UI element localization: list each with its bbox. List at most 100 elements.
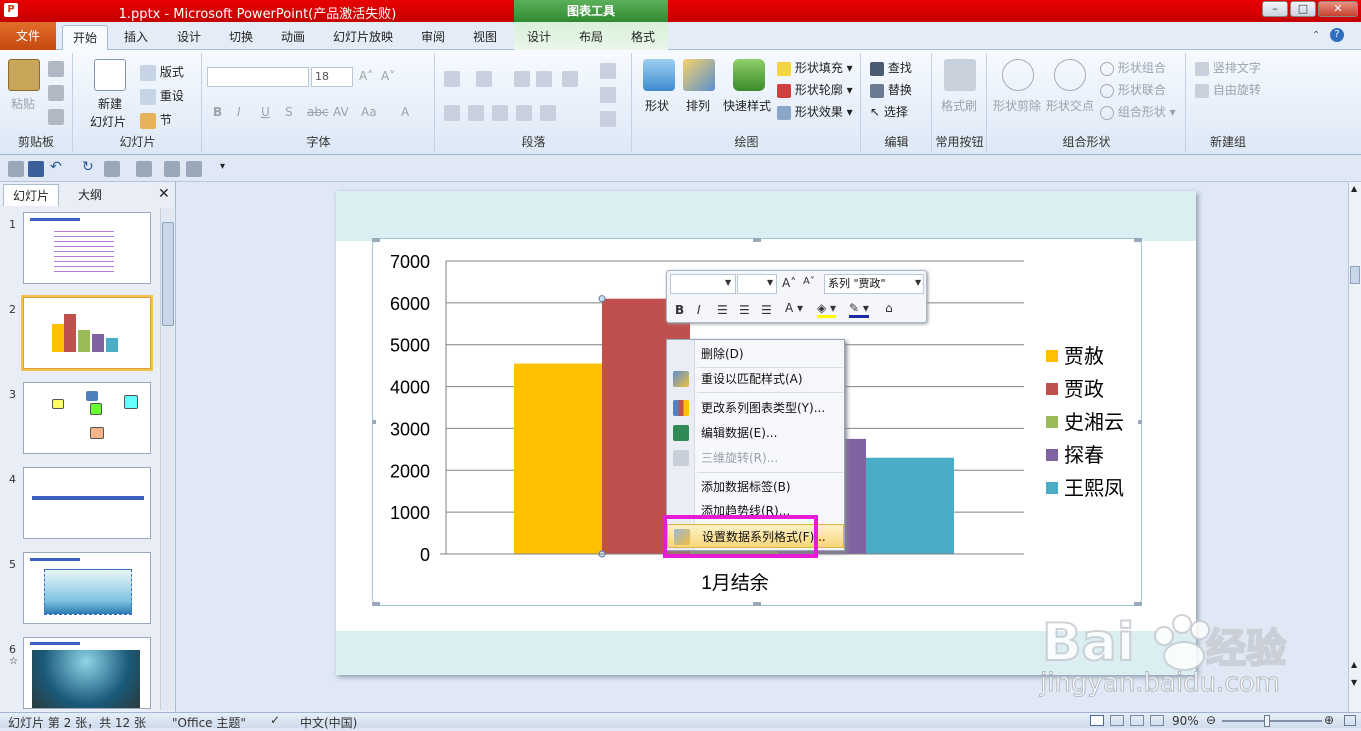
menu-item-edit-data[interactable]: 编辑数据(E)...	[667, 421, 844, 445]
align-left-icon[interactable]	[444, 105, 460, 121]
format-painter-large-icon[interactable]	[944, 59, 976, 91]
tab-home[interactable]: 开始	[62, 25, 108, 51]
replace-button[interactable]: 替换	[870, 81, 912, 98]
spell-check-icon[interactable]: ✓	[270, 713, 280, 727]
smartart-icon[interactable]	[600, 111, 616, 127]
tab-chart-layout[interactable]: 布局	[579, 28, 603, 45]
menu-item-delete[interactable]: 删除(D)	[667, 342, 844, 366]
arrange-button[interactable]: 排列	[686, 97, 710, 114]
tab-chart-design[interactable]: 设计	[527, 28, 551, 45]
crop-icon[interactable]	[164, 161, 180, 177]
tab-file[interactable]: 文件	[0, 22, 56, 50]
tab-design[interactable]: 设计	[177, 28, 201, 45]
menu-item-add-data-labels[interactable]: 添加数据标签(B)	[667, 475, 844, 499]
underline-icon[interactable]: U	[261, 105, 270, 119]
shape-outline-button[interactable]: 形状轮廓 ▾	[777, 81, 853, 98]
vertical-text-button[interactable]: 竖排文字	[1195, 59, 1261, 76]
next-slide-icon[interactable]: ▼	[1351, 678, 1357, 687]
slideshow-view-icon[interactable]	[1150, 715, 1164, 726]
paste-button[interactable]: 粘贴	[11, 95, 35, 112]
cut-icon[interactable]	[48, 61, 64, 77]
zoom-level[interactable]: 90%	[1172, 714, 1199, 728]
fit-to-window-icon[interactable]	[1344, 715, 1356, 726]
undo-icon[interactable]: ↶	[50, 159, 62, 175]
align-icon[interactable]	[104, 161, 120, 177]
mini-bold-icon[interactable]: B	[675, 303, 684, 317]
group-shapes-button[interactable]: 组合形状 ▾	[1100, 103, 1176, 120]
save-icon[interactable]	[28, 161, 44, 177]
chart-style-icon[interactable]	[136, 161, 152, 177]
pane-scrollbar[interactable]	[160, 208, 174, 710]
reading-view-icon[interactable]	[1130, 715, 1144, 726]
tab-outline[interactable]: 大纲	[62, 184, 118, 206]
shape-subtract-icon[interactable]	[1002, 59, 1034, 91]
slide-thumbnail[interactable]	[23, 382, 151, 454]
format-painter-icon[interactable]	[48, 109, 64, 125]
close-pane-icon[interactable]: ✕	[158, 186, 170, 202]
format-painter-button[interactable]: 格式刷	[941, 97, 977, 114]
grow-font-icon[interactable]: A˄	[359, 69, 373, 83]
free-rotate-button[interactable]: 自由旋转	[1195, 81, 1261, 98]
redo-icon[interactable]: ↻	[82, 159, 94, 175]
char-spacing-icon[interactable]: AV	[333, 105, 349, 119]
shrink-font-mini-icon[interactable]: A˅	[803, 276, 815, 287]
line-spacing-icon[interactable]	[562, 71, 578, 87]
slide-thumbnail[interactable]	[21, 295, 153, 371]
paste-icon[interactable]	[8, 59, 40, 91]
normal-view-icon[interactable]	[1090, 715, 1104, 726]
columns-icon[interactable]	[540, 105, 556, 121]
quick-print-icon[interactable]	[8, 161, 24, 177]
tab-view[interactable]: 视图	[473, 28, 497, 45]
numbering-icon[interactable]	[476, 71, 492, 87]
increase-indent-icon[interactable]	[536, 71, 552, 87]
new-slide-icon[interactable]	[94, 59, 126, 91]
pane-scroll-thumb[interactable]	[162, 222, 174, 326]
maximize-button[interactable]: □	[1290, 1, 1316, 17]
shape-union-button[interactable]: 形状组合	[1100, 59, 1166, 76]
strikethrough-icon[interactable]: abc	[307, 105, 329, 119]
bullets-icon[interactable]	[444, 71, 460, 87]
align-center-icon[interactable]	[468, 105, 484, 121]
slide-sorter-icon[interactable]	[1110, 715, 1124, 726]
menu-item-reset-style[interactable]: 重设以匹配样式(A)	[667, 367, 844, 391]
tab-chart-format[interactable]: 格式	[631, 28, 655, 45]
reset-button[interactable]: 重设	[140, 87, 184, 105]
new-slide-button[interactable]: 新建	[98, 95, 122, 112]
language-status[interactable]: 中文(中国)	[300, 714, 357, 731]
tab-slideshow[interactable]: 幻灯片放映	[333, 28, 393, 45]
mini-font-color-icon[interactable]: A ▾	[785, 301, 803, 315]
text-direction-icon[interactable]	[600, 63, 616, 79]
series-selector[interactable]: 系列 "贾政"	[824, 274, 924, 294]
tab-insert[interactable]: 插入	[124, 28, 148, 45]
series-dropdown-icon[interactable]: ▼	[915, 278, 921, 287]
shapes-icon[interactable]	[643, 59, 675, 91]
mini-align-right-icon[interactable]: ☰	[761, 303, 772, 317]
mini-fill-color-icon[interactable]: ◈ ▾	[817, 301, 837, 318]
scroll-up-icon[interactable]: ▲	[1351, 184, 1357, 193]
shadow-icon[interactable]: S	[285, 105, 293, 119]
minimize-button[interactable]: –	[1262, 1, 1288, 17]
italic-icon[interactable]: I	[237, 105, 241, 119]
quick-styles-button[interactable]: 快速样式	[723, 97, 771, 114]
shape-subtract-button[interactable]: 形状剪除	[993, 97, 1041, 114]
tab-transitions[interactable]: 切换	[229, 28, 253, 45]
mini-format-painter-icon[interactable]: ⌂	[885, 301, 893, 315]
zoom-in-icon[interactable]: ⊕	[1324, 713, 1334, 727]
quick-styles-icon[interactable]	[733, 59, 765, 91]
shapes-button[interactable]: 形状	[645, 97, 669, 114]
shape-combine-button[interactable]: 形状联合	[1100, 81, 1166, 98]
arrange-icon[interactable]	[683, 59, 715, 91]
editor-scroll-thumb[interactable]	[1350, 266, 1360, 284]
tab-review[interactable]: 审阅	[421, 28, 445, 45]
change-case-icon[interactable]: Aa	[361, 105, 377, 119]
align-text-icon[interactable]	[600, 87, 616, 103]
shape-fill-button[interactable]: 形状填充 ▾	[777, 59, 853, 76]
new-slide-button-label[interactable]: 幻灯片	[90, 113, 126, 130]
zoom-out-icon[interactable]: ⊖	[1206, 713, 1216, 727]
prev-slide-icon[interactable]: ▲	[1351, 660, 1357, 669]
editor-scrollbar[interactable]: ▲ ▲ ▼	[1348, 182, 1361, 712]
mini-align-center-icon[interactable]: ☰	[739, 303, 750, 317]
decrease-indent-icon[interactable]	[514, 71, 530, 87]
theme-status[interactable]: "Office 主题"	[172, 714, 246, 731]
find-button[interactable]: 查找	[870, 59, 912, 76]
